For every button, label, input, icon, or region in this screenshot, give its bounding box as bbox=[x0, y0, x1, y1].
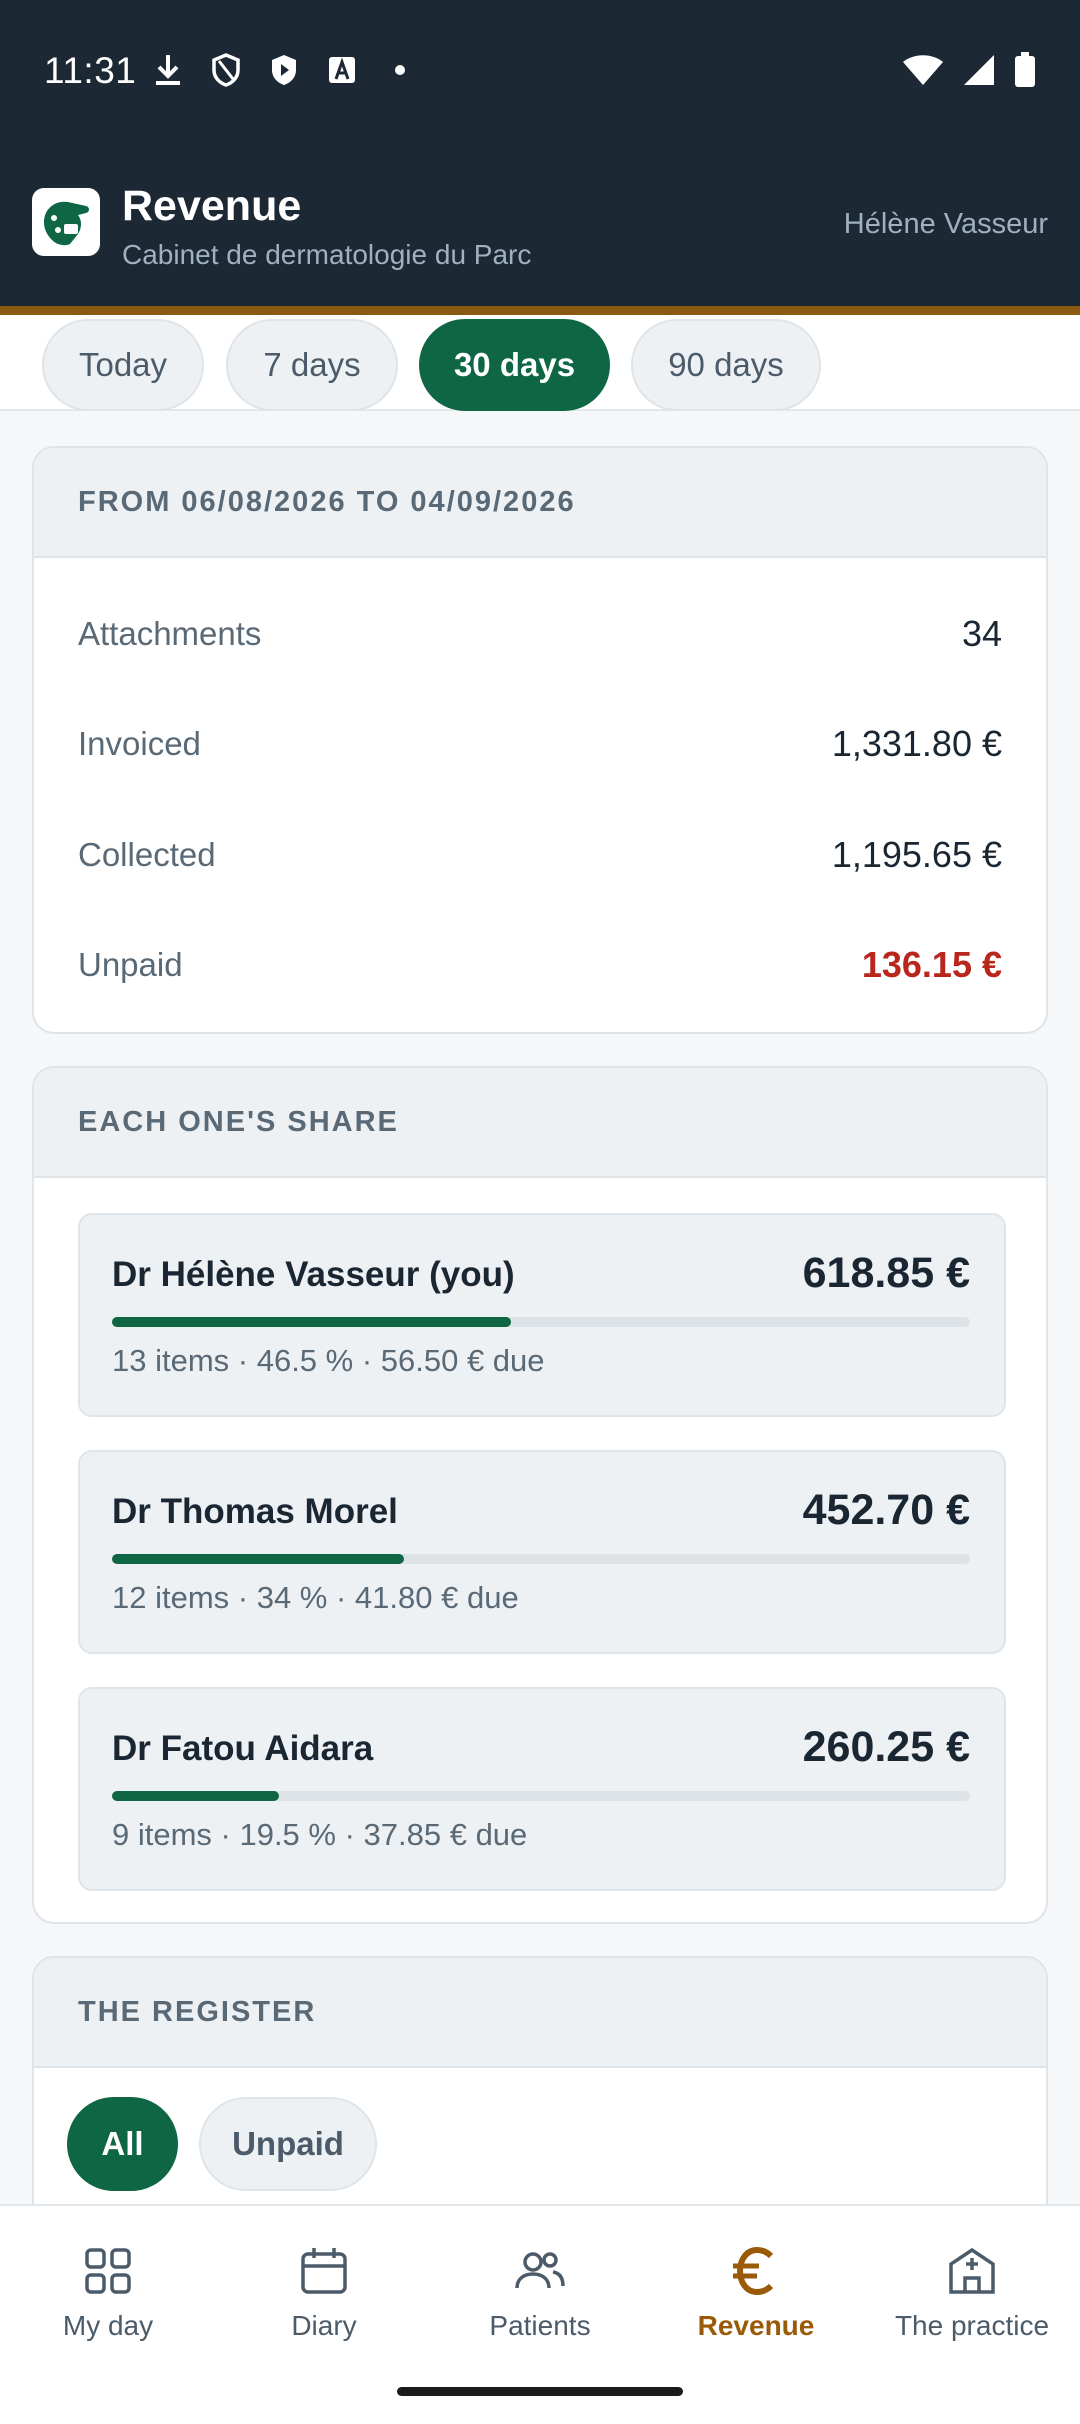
summary-row-unpaid: Unpaid 136.15 € bbox=[78, 935, 1002, 995]
shares-card: EACH ONE'S SHARE Dr Hélène Vasseur (you)… bbox=[32, 1066, 1048, 1924]
nav-label: Patients bbox=[489, 2310, 591, 2341]
share-item[interactable]: Dr Fatou Aidara 260.25 € 9 items · 19.5 … bbox=[78, 1687, 1006, 1891]
share-progress-track bbox=[112, 1791, 970, 1801]
tab-90-days[interactable]: 90 days bbox=[631, 319, 821, 411]
download-icon bbox=[150, 50, 186, 90]
tab-today[interactable]: Today bbox=[42, 319, 204, 411]
calendar-icon bbox=[301, 2248, 347, 2294]
row-label: Collected bbox=[78, 836, 216, 873]
header-accent-line bbox=[0, 306, 1080, 315]
filter-unpaid[interactable]: Unpaid bbox=[199, 2097, 377, 2191]
share-item[interactable]: Dr Hélène Vasseur (you) 618.85 € 13 item… bbox=[78, 1213, 1006, 1417]
user-name[interactable]: Hélène Vasseur bbox=[844, 208, 1048, 241]
date-range-header: FROM 06/08/2026 TO 04/09/2026 bbox=[34, 448, 1046, 558]
row-label: Unpaid bbox=[78, 946, 183, 983]
filter-all[interactable]: All bbox=[67, 2097, 178, 2191]
period-tabs: Today 7 days 30 days 90 days bbox=[0, 315, 1080, 411]
share-amount: 260.25 € bbox=[802, 1723, 970, 1771]
share-item[interactable]: Dr Thomas Morel 452.70 € 12 items · 34 %… bbox=[78, 1450, 1006, 1654]
shield-outline-icon bbox=[208, 50, 244, 90]
app-logo bbox=[32, 188, 100, 256]
nav-label: My day bbox=[62, 2310, 154, 2341]
register-header: THE REGISTER bbox=[34, 1958, 1046, 2068]
summary-row-attachments: Attachments 34 bbox=[78, 604, 1002, 664]
row-value: 1,331.80 € bbox=[831, 723, 1002, 764]
row-value: 1,195.65 € bbox=[831, 834, 1002, 875]
share-progress-fill bbox=[112, 1317, 511, 1327]
tab-30-days[interactable]: 30 days bbox=[419, 319, 610, 411]
share-doctor-name: Dr Hélène Vasseur (you) bbox=[112, 1255, 515, 1294]
battery-icon bbox=[1014, 52, 1036, 93]
dot-icon bbox=[382, 50, 418, 90]
wifi-icon bbox=[902, 53, 944, 92]
nav-label: Diary bbox=[291, 2310, 357, 2341]
building-icon bbox=[949, 2247, 995, 2294]
summary-card: FROM 06/08/2026 TO 04/09/2026 Attachment… bbox=[32, 446, 1048, 1034]
share-doctor-name: Dr Thomas Morel bbox=[112, 1492, 398, 1531]
share-progress-track bbox=[112, 1317, 970, 1327]
practice-name: Cabinet de dermatologie du Parc bbox=[122, 239, 532, 270]
nav-my-day[interactable]: My day bbox=[0, 2242, 216, 2342]
row-label: Attachments bbox=[78, 615, 262, 652]
share-progress-fill bbox=[112, 1791, 280, 1801]
status-time: 11:31 bbox=[44, 50, 137, 91]
share-details: 12 items · 34 % · 41.80 € due bbox=[112, 1580, 519, 1615]
share-doctor-name: Dr Fatou Aidara bbox=[112, 1729, 374, 1768]
nav-label: The practice bbox=[894, 2310, 1050, 2341]
summary-row-invoiced: Invoiced 1,331.80 € bbox=[78, 714, 1002, 774]
signal-icon bbox=[962, 53, 996, 92]
nav-label: Revenue bbox=[697, 2310, 815, 2341]
share-amount: 452.70 € bbox=[802, 1486, 970, 1534]
summary-row-collected: Collected 1,195.65 € bbox=[78, 825, 1002, 885]
home-indicator[interactable] bbox=[397, 2387, 683, 2396]
share-details: 13 items · 46.5 % · 56.50 € due bbox=[112, 1343, 545, 1378]
share-details: 9 items · 19.5 % · 37.85 € due bbox=[112, 1817, 528, 1852]
app-header: 11:31 Revenue Cabinet de dermatologie du… bbox=[0, 0, 1080, 306]
grid-icon bbox=[85, 2248, 131, 2294]
page-title: Revenue bbox=[122, 182, 302, 230]
row-value: 136.15 € bbox=[861, 944, 1002, 985]
nav-revenue[interactable]: Revenue bbox=[648, 2242, 864, 2342]
font-a-icon bbox=[324, 50, 360, 90]
status-bar: 11:31 bbox=[0, 36, 1080, 106]
shares-header: EACH ONE'S SHARE bbox=[34, 1068, 1046, 1178]
row-value: 34 bbox=[961, 613, 1002, 654]
share-progress-track bbox=[112, 1554, 970, 1564]
row-label: Invoiced bbox=[78, 725, 201, 762]
nav-the-practice[interactable]: The practice bbox=[864, 2242, 1080, 2342]
share-amount: 618.85 € bbox=[802, 1249, 970, 1297]
tab-7-days[interactable]: 7 days bbox=[226, 319, 398, 411]
euro-icon bbox=[733, 2246, 774, 2296]
shield-play-icon bbox=[266, 50, 302, 90]
nav-diary[interactable]: Diary bbox=[216, 2242, 432, 2342]
share-progress-fill bbox=[112, 1554, 404, 1564]
people-icon bbox=[515, 2252, 565, 2289]
nav-patients[interactable]: Patients bbox=[432, 2242, 648, 2342]
